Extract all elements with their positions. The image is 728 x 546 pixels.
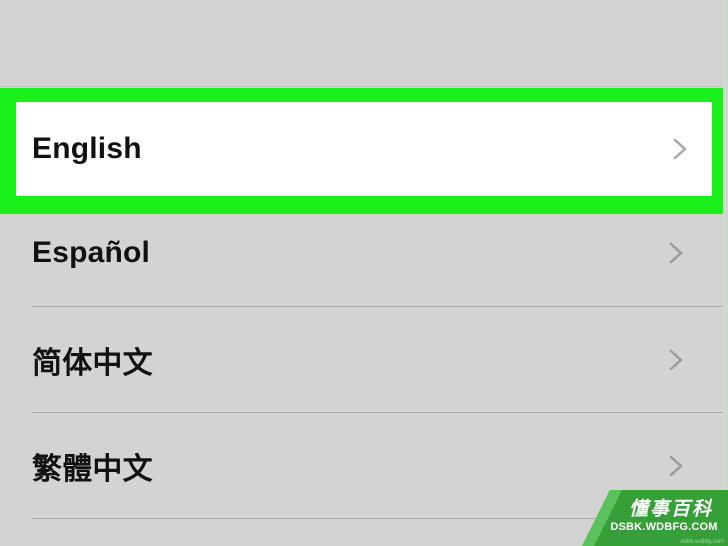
chevron-right-icon bbox=[668, 241, 684, 265]
chevron-right-icon bbox=[668, 348, 684, 372]
language-row-espanol[interactable]: Español bbox=[0, 200, 724, 306]
language-row-simplified-chinese[interactable]: 简体中文 bbox=[0, 307, 724, 413]
chevron-right-icon bbox=[668, 454, 684, 478]
right-edge-strip bbox=[723, 0, 728, 546]
language-label: English bbox=[32, 132, 142, 165]
watermark-logo: 懂事百科 DSBK.WDBFG.COM dsbk.wdbfg.com bbox=[582, 490, 728, 546]
language-row-english[interactable]: English bbox=[16, 102, 712, 196]
language-selection-screen: English Español 简体中文 繁體中文 懂事百科 DSBK.WDBF… bbox=[0, 0, 728, 546]
language-label: Español bbox=[32, 236, 151, 269]
language-label: 简体中文 bbox=[32, 347, 153, 380]
watermark-subtitle: DSBK.WDBFG.COM bbox=[610, 521, 718, 533]
watermark-tiny-text: dsbk.wdbfg.com bbox=[680, 539, 724, 545]
chevron-right-icon bbox=[672, 137, 688, 161]
watermark-title: 懂事百科 bbox=[628, 499, 713, 520]
language-label: 繁體中文 bbox=[32, 453, 153, 486]
top-divider bbox=[0, 86, 728, 87]
